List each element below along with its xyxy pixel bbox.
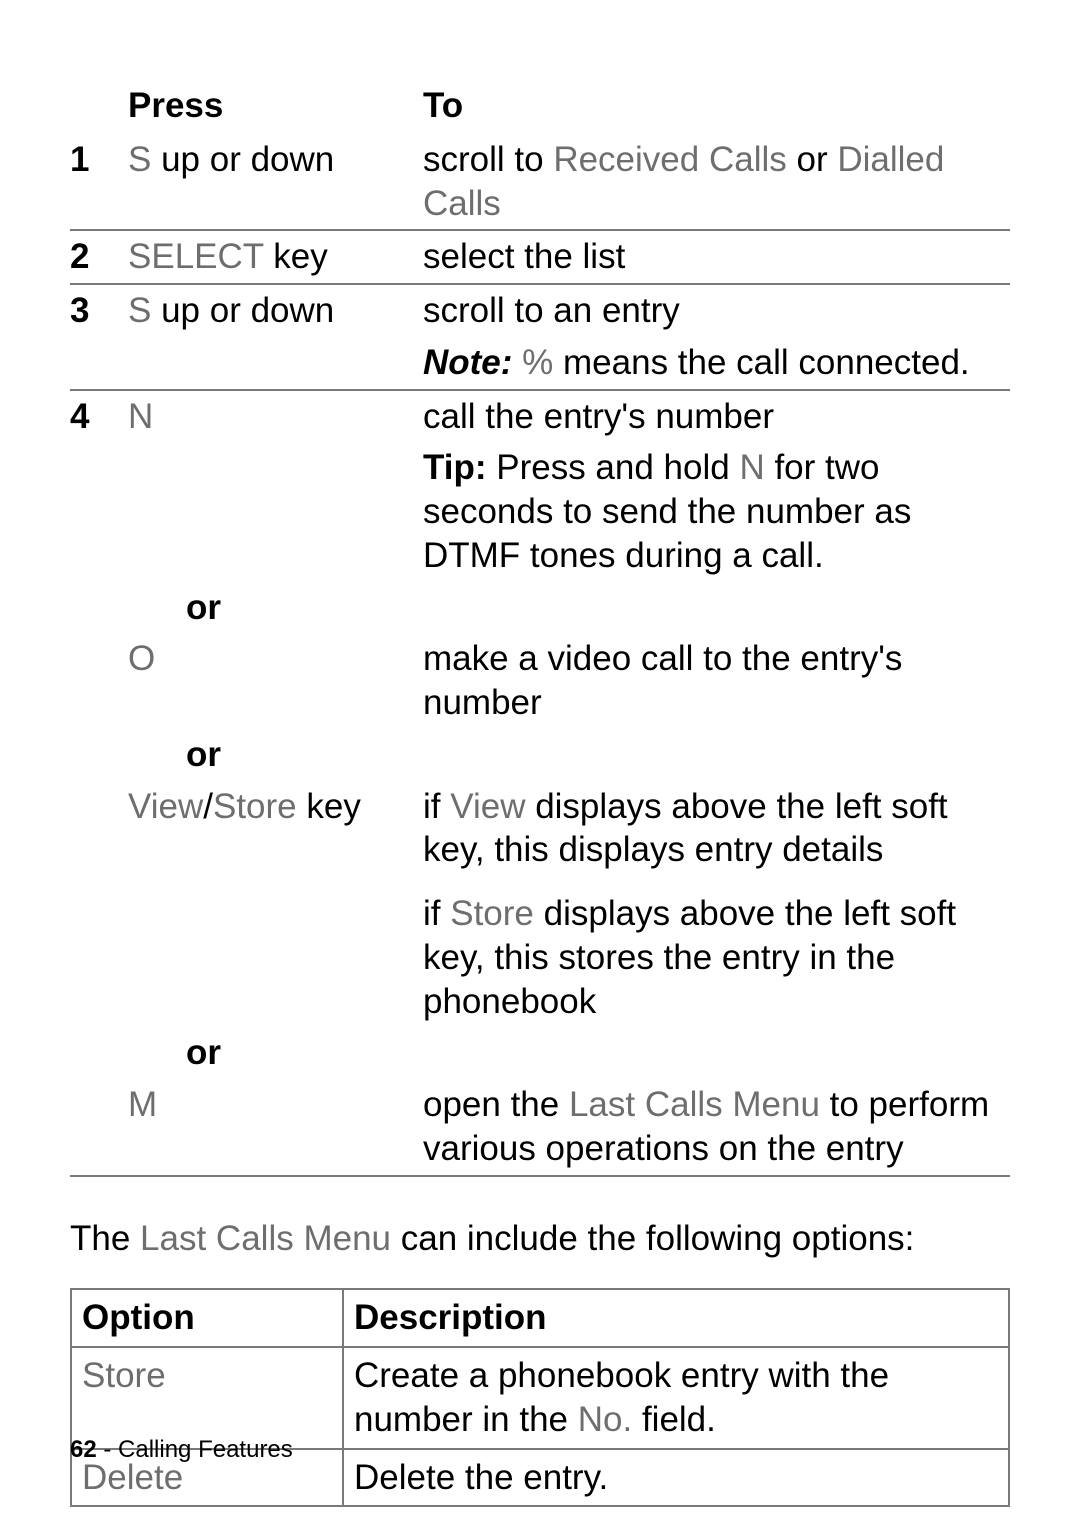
- text: key: [297, 787, 361, 826]
- step-to: scroll to Received Calls or Dialled Call…: [423, 134, 1010, 231]
- text: field.: [632, 1400, 716, 1439]
- option-desc: Create a phonebook entry with the number…: [343, 1347, 1009, 1449]
- key-view: View: [128, 787, 203, 826]
- key-select: SELECT: [128, 237, 273, 276]
- key-s: S: [128, 140, 161, 179]
- blank: [70, 729, 128, 781]
- text: open the: [423, 1085, 569, 1124]
- step-to: call the entry's number: [423, 390, 1010, 443]
- or-label: or: [128, 729, 1010, 781]
- last-calls-menu: Last Calls Menu: [569, 1085, 820, 1124]
- paragraph: The Last Calls Menu can include the foll…: [70, 1217, 1010, 1261]
- step-to: select the list: [423, 230, 1010, 284]
- page-number: 62: [70, 1436, 97, 1463]
- text: scroll to: [423, 140, 553, 179]
- step-note: Note: % means the call connected.: [423, 337, 1010, 390]
- blank: [70, 633, 128, 729]
- blank: [128, 337, 423, 390]
- blank: [128, 876, 423, 1027]
- key-s: S: [128, 291, 161, 330]
- blank: [70, 442, 128, 581]
- step-num: 2: [70, 230, 128, 284]
- blank: [70, 1079, 128, 1176]
- step-num: 3: [70, 284, 128, 337]
- blank: [70, 781, 128, 877]
- header-to: To: [423, 80, 1010, 134]
- step-num: 4: [70, 390, 128, 443]
- header-press: Press: [128, 80, 423, 134]
- text: means the call connected.: [563, 343, 970, 382]
- text: can include the following options:: [391, 1219, 914, 1258]
- blank: [70, 80, 128, 134]
- step-num: 1: [70, 134, 128, 231]
- blank: [70, 582, 128, 634]
- text: up or down: [161, 140, 334, 179]
- key-store: Store: [450, 894, 534, 933]
- text: Press and hold: [487, 448, 740, 487]
- no-field: No.: [578, 1400, 632, 1439]
- tip-label: Tip:: [423, 448, 487, 487]
- text: /: [203, 787, 213, 826]
- steps-table: Press To 1 S up or down scroll to Receiv…: [70, 80, 1010, 1177]
- options-table: Option Description Store Create a phoneb…: [70, 1288, 1010, 1507]
- note-symbol: %: [512, 343, 563, 382]
- text: -: [97, 1436, 118, 1463]
- step-press: M: [128, 1079, 423, 1176]
- key-store: Store: [213, 787, 297, 826]
- text: up or down: [161, 291, 334, 330]
- header-description: Description: [343, 1289, 1009, 1347]
- option-desc: Delete the entry.: [343, 1449, 1009, 1507]
- step-press: SELECT key: [128, 230, 423, 284]
- page-footer: 62 - Calling Features: [70, 1435, 293, 1465]
- step-press: S up or down: [128, 284, 423, 337]
- step-to: if Store displays above the left soft ke…: [423, 876, 1010, 1027]
- page: Press To 1 S up or down scroll to Receiv…: [0, 0, 1080, 1525]
- step-press: O: [128, 633, 423, 729]
- blank: [70, 876, 128, 1027]
- text: if: [423, 894, 450, 933]
- step-press: S up or down: [128, 134, 423, 231]
- text: key: [273, 237, 327, 276]
- or-label: or: [128, 1027, 1010, 1079]
- step-to: scroll to an entry: [423, 284, 1010, 337]
- or-label: or: [128, 582, 1010, 634]
- header-option: Option: [71, 1289, 343, 1347]
- note-label: Note:: [423, 343, 512, 382]
- blank: [70, 1027, 128, 1079]
- text: The: [70, 1219, 140, 1258]
- received-calls: Received Calls: [553, 140, 786, 179]
- step-to: make a video call to the entry's number: [423, 633, 1010, 729]
- section-title: Calling Features: [118, 1436, 293, 1463]
- step-press: N: [128, 390, 423, 443]
- text: if: [423, 787, 450, 826]
- text: or: [787, 140, 838, 179]
- option-store: Store: [71, 1347, 343, 1449]
- step-to: open the Last Calls Menu to perform vari…: [423, 1079, 1010, 1176]
- blank: [70, 337, 128, 390]
- step-tip: Tip: Press and hold N for two seconds to…: [423, 442, 1010, 581]
- blank: [128, 442, 423, 581]
- step-press: View/Store key: [128, 781, 423, 877]
- key-n: N: [739, 448, 764, 487]
- last-calls-menu: Last Calls Menu: [140, 1219, 391, 1258]
- key-view: View: [450, 787, 525, 826]
- step-to: if View displays above the left soft key…: [423, 781, 1010, 877]
